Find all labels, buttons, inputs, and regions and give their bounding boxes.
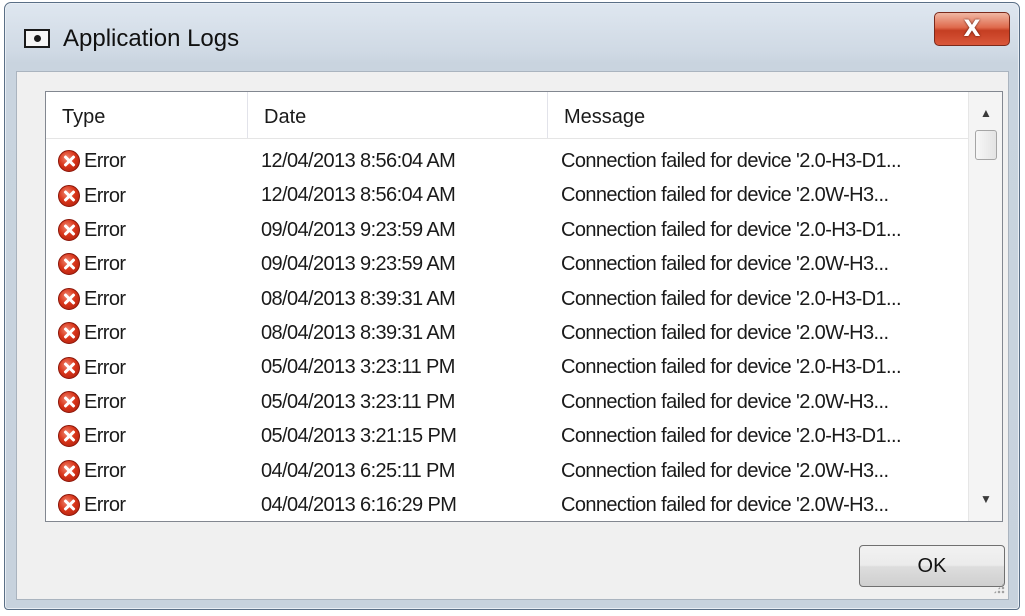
cell-date: 05/04/2013 3:23:11 PM [261,390,455,413]
cell-date: 05/04/2013 3:23:11 PM [261,356,455,379]
list-row[interactable]: Error 08/04/2013 8:39:31 AM Connection fai… [46,282,968,316]
cell-type: Error [58,282,126,316]
list-row[interactable]: Error 04/04/2013 6:25:11 PM Connection fai… [46,454,968,488]
cell-message: Connection failed for device '2.0W-H3... [561,459,889,482]
cell-message: Connection failed for device '2.0W-H3... [561,321,889,344]
scroll-thumb[interactable] [975,130,997,160]
list-row[interactable]: Error 12/04/2013 8:56:04 AM Connection fai… [46,178,968,212]
error-icon [58,253,80,276]
cell-type: Error [58,178,126,212]
column-header-date[interactable]: Date [248,92,548,138]
cell-message: Connection failed for device '2.0-H3-D1.… [561,425,902,448]
cell-message: Connection failed for device '2.0-H3-D1.… [561,150,902,172]
error-icon [58,150,80,173]
cell-date: 12/04/2013 8:56:04 AM [261,150,456,172]
type-label: Error [84,253,126,276]
cell-type: Error [58,488,126,521]
list-row[interactable]: Error 09/04/2013 9:23:59 AM Connection fai… [46,247,968,281]
error-icon [58,356,80,379]
cell-date: 04/04/2013 6:16:29 PM [261,493,457,516]
error-icon [58,494,80,517]
cell-date: 12/04/2013 8:56:04 AM [261,184,456,207]
cell-type: Error [58,213,126,247]
cell-date: 08/04/2013 8:39:31 AM [261,321,456,344]
list-row[interactable]: Error 05/04/2013 3:23:11 PM Connection fai… [46,385,968,419]
type-label: Error [84,356,126,379]
window-title: Application Logs [63,25,240,52]
cell-date: 05/04/2013 3:21:15 PM [261,425,457,448]
cell-type: Error [58,350,126,384]
cell-type: Error [58,247,126,281]
cell-message: Connection failed for device '2.0-H3-D1.… [561,356,902,379]
column-header-type[interactable]: Type [46,92,248,138]
type-label: Error [84,150,126,173]
cell-message: Connection failed for device '2.0W-H3... [561,253,889,276]
type-label: Error [84,218,126,241]
list-row[interactable]: Error 04/04/2013 6:16:29 PM Connection fai… [46,488,968,521]
cell-type: Error [58,316,126,350]
error-icon [58,322,80,345]
list-row[interactable]: Error 08/04/2013 8:39:31 AM Connection fai… [46,316,968,350]
window-app-icon[interactable] [24,29,50,48]
type-label: Error [84,184,126,207]
error-icon [58,459,80,482]
cell-date: 09/04/2013 9:23:59 AM [261,253,456,276]
close-button[interactable]: X [934,12,1010,46]
log-list[interactable]: Type Date Message Error 12/04/2013 8:56:0… [45,91,1003,522]
cell-message: Connection failed for device '2.0W-H3... [561,493,889,516]
cell-date: 04/04/2013 6:25:11 PM [261,459,455,482]
vertical-scrollbar[interactable]: ▲ ▼ [968,92,1002,521]
type-label: Error [84,287,126,310]
close-icon: X [963,16,981,42]
list-header: Type Date Message [46,92,968,139]
ok-button[interactable]: OK [859,545,1005,587]
cell-type: Error [58,419,126,453]
scroll-down-arrow-icon[interactable]: ▼ [969,482,1002,516]
cell-message: Connection failed for device '2.0W-H3... [561,390,889,413]
cell-date: 09/04/2013 9:23:59 AM [261,218,456,241]
dialog-client-area: Type Date Message Error 12/04/2013 8:56:0… [16,71,1009,600]
application-logs-window: Application Logs X Type Date Message Err… [4,2,1020,610]
type-label: Error [84,322,126,345]
cell-message: Connection failed for device '2.0-H3-D1.… [561,218,902,241]
type-label: Error [84,390,126,413]
scroll-up-arrow-icon[interactable]: ▲ [969,96,1002,130]
list-row[interactable]: Error 05/04/2013 3:23:11 PM Connection fai… [46,350,968,384]
type-label: Error [84,494,126,517]
error-icon [58,425,80,448]
list-body: Error 12/04/2013 8:56:04 AM Connection fai… [46,144,968,521]
error-icon [58,390,80,413]
cell-type: Error [58,454,126,488]
title-bar[interactable]: Application Logs X [5,3,1019,75]
error-icon [58,218,80,241]
list-row[interactable]: Error 09/04/2013 9:23:59 AM Connection fai… [46,213,968,247]
list-row[interactable]: Error 05/04/2013 3:21:15 PM Connection fai… [46,419,968,453]
type-label: Error [84,425,126,448]
type-label: Error [84,459,126,482]
error-icon [58,184,80,207]
cell-message: Connection failed for device '2.0-H3-D1.… [561,287,902,310]
cell-date: 08/04/2013 8:39:31 AM [261,287,456,310]
error-icon [58,287,80,310]
list-row[interactable]: Error 12/04/2013 8:56:04 AM Connection fai… [46,144,968,178]
column-header-message[interactable]: Message [548,92,968,138]
cell-message: Connection failed for device '2.0W-H3... [561,184,889,207]
cell-type: Error [58,144,126,178]
cell-type: Error [58,385,126,419]
